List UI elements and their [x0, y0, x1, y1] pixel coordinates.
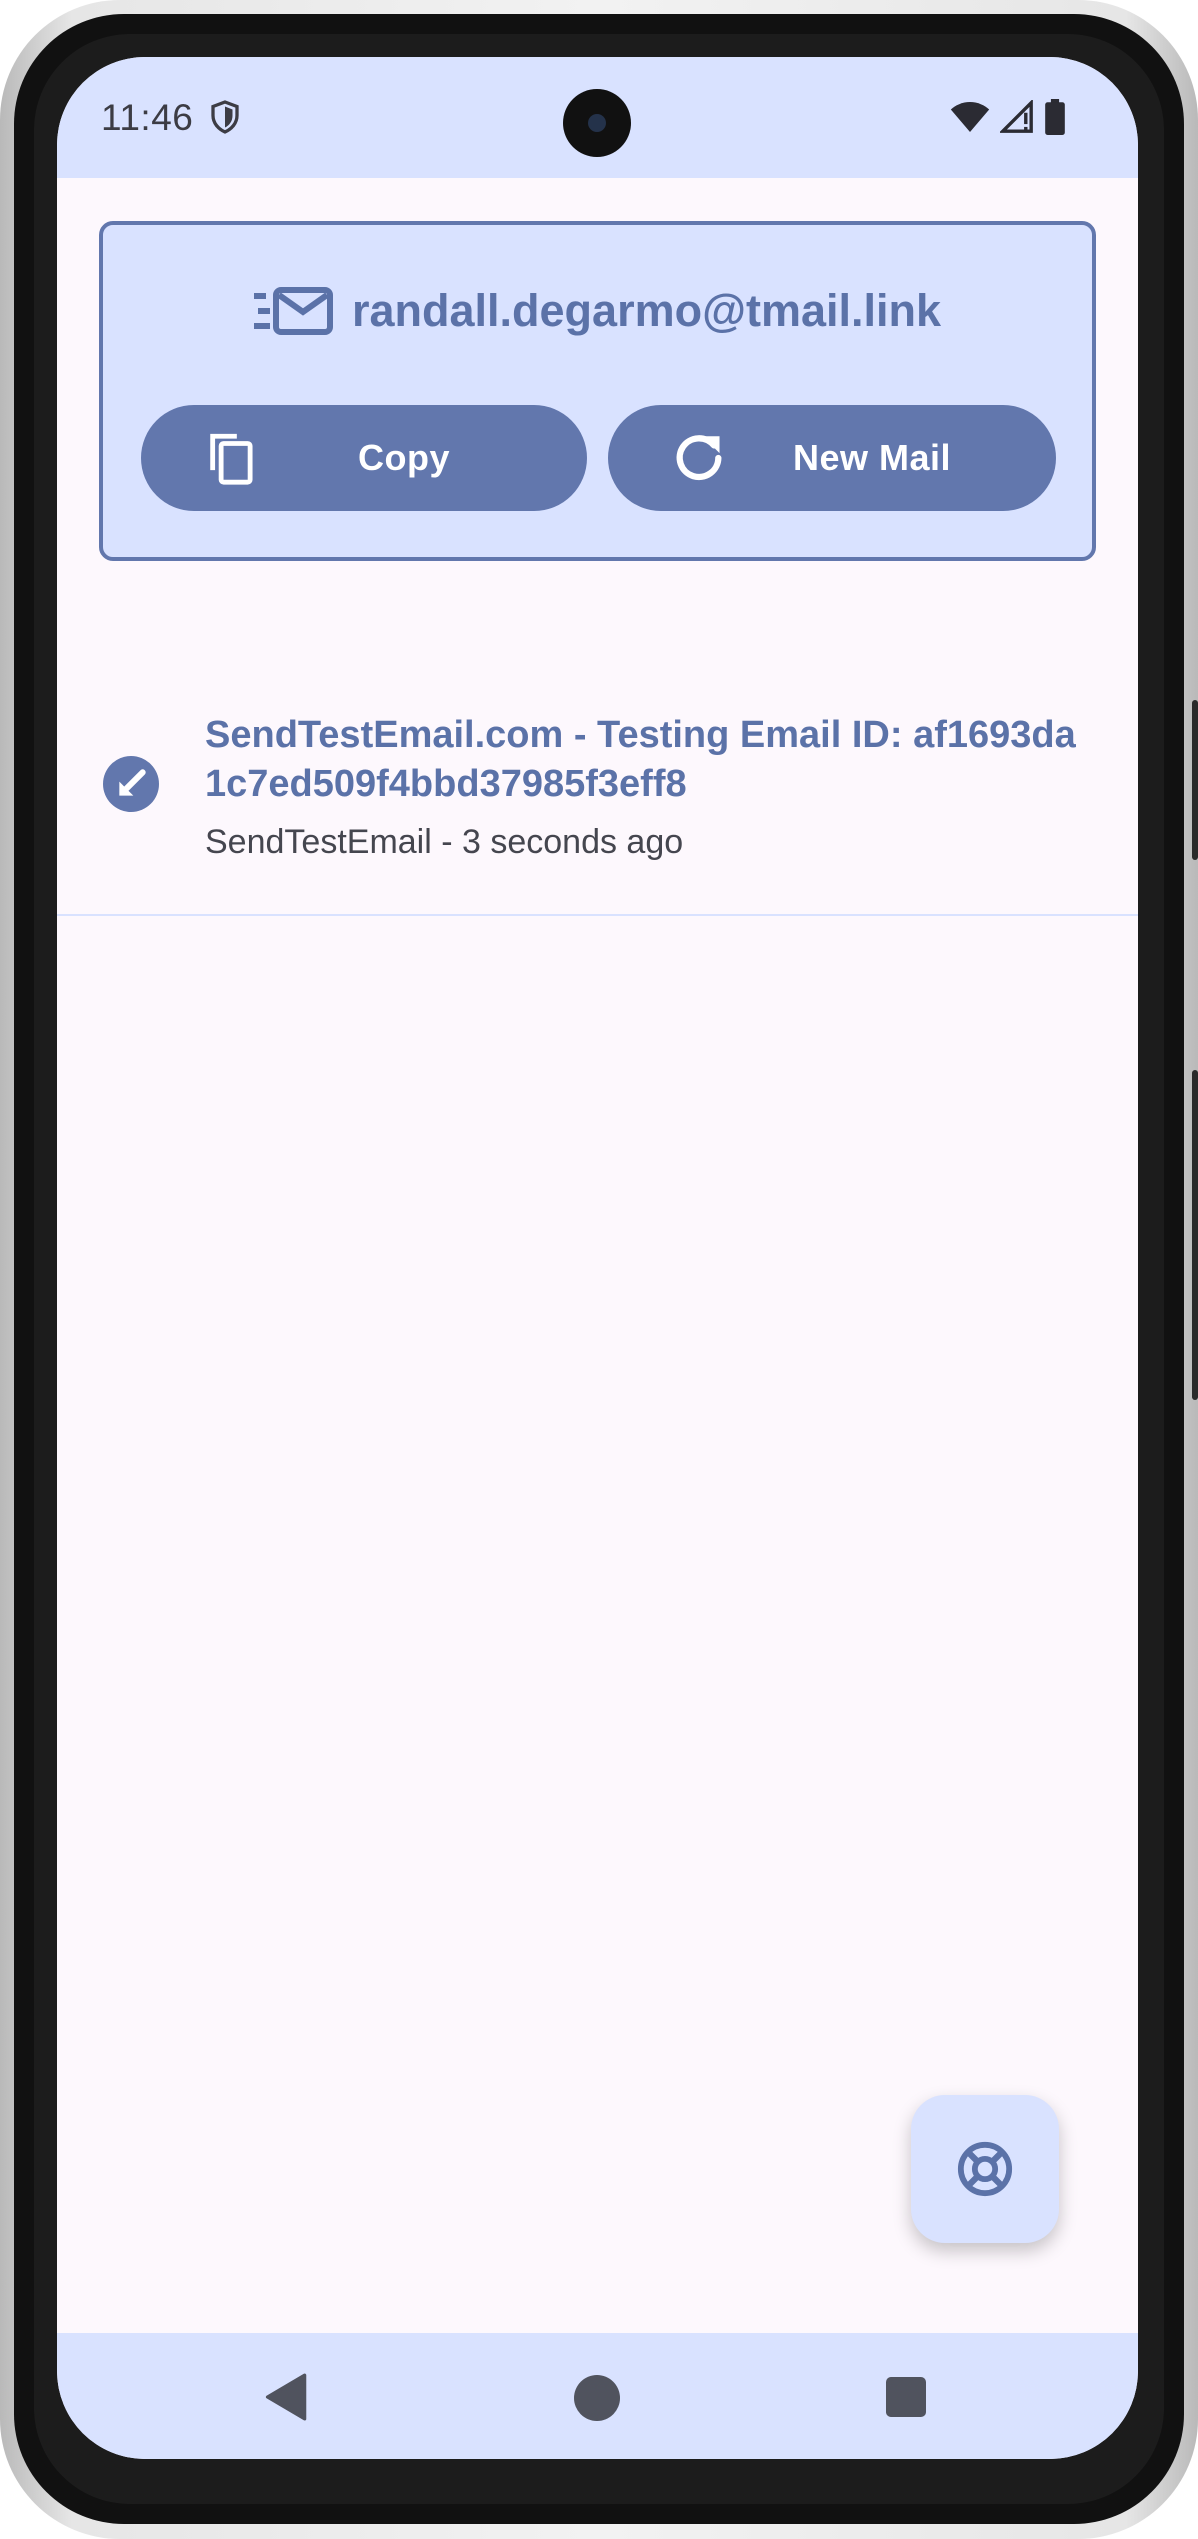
- status-time: 11:46: [101, 97, 194, 138]
- copy-button[interactable]: Copy: [141, 405, 587, 511]
- status-bar: 11:46: [57, 57, 1138, 178]
- refresh-icon: [676, 435, 722, 481]
- address-row: randall.degarmo@tmail.link: [103, 285, 1092, 337]
- shield-icon: [211, 100, 239, 134]
- app-screen: 11:46 randall.degarmo@tmail.link Copy Ne…: [57, 57, 1138, 2459]
- recents-icon[interactable]: [886, 2377, 926, 2417]
- back-icon[interactable]: [262, 2373, 308, 2421]
- email-subject: SendTestEmail.com - Testing Email ID: af…: [205, 714, 1076, 805]
- front-camera: [563, 89, 631, 157]
- system-nav-bar: [57, 2333, 1138, 2459]
- battery-icon: [1045, 99, 1065, 135]
- support-fab[interactable]: [911, 2095, 1059, 2243]
- received-arrow-icon: [103, 756, 159, 812]
- volume-button: [1192, 700, 1198, 860]
- email-address[interactable]: randall.degarmo@tmail.link: [352, 285, 941, 337]
- status-icons: [950, 97, 1066, 137]
- mail-fast-icon: [253, 287, 333, 335]
- power-button: [1192, 1070, 1198, 1400]
- email-meta: SendTestEmail - 3 seconds ago: [205, 823, 684, 861]
- signal-icon: [1000, 100, 1033, 133]
- email-address-card: randall.degarmo@tmail.link Copy New Mail: [99, 221, 1096, 561]
- new-mail-button[interactable]: New Mail: [608, 405, 1056, 511]
- copy-icon: [210, 433, 253, 485]
- wifi-icon: [950, 102, 990, 132]
- home-icon[interactable]: [574, 2375, 620, 2421]
- lifebuoy-icon: [957, 2141, 1013, 2197]
- list-item[interactable]: SendTestEmail.com - Testing Email ID: af…: [57, 657, 1138, 916]
